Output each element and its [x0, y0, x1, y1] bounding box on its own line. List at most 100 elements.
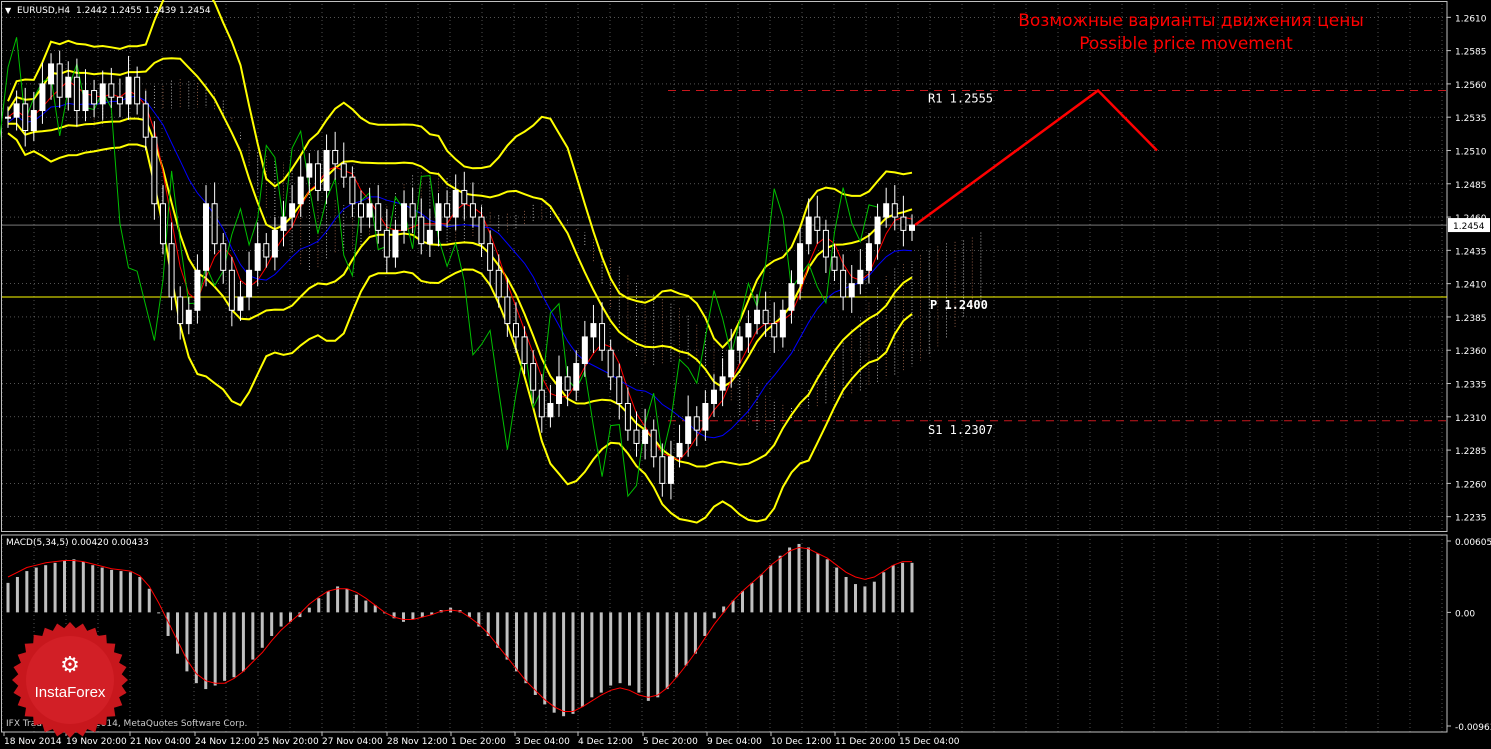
r1-level-label: R1 1.2555 — [928, 92, 993, 106]
dropdown-icon: ▼ — [5, 6, 12, 15]
forecast-path — [914, 88, 1158, 227]
macd-histogram-bar — [778, 555, 782, 613]
candle-bull — [788, 283, 795, 311]
macd-histogram-bar — [872, 581, 876, 613]
candle-bull — [271, 229, 278, 258]
candle-bear — [469, 203, 476, 218]
candle-bear — [91, 90, 98, 105]
candle-bull — [30, 110, 37, 132]
macd-histogram-bar — [580, 612, 584, 707]
macd-histogram-bar — [750, 582, 754, 613]
candle-bear — [142, 103, 149, 138]
x-tick-label: 1 Dec 20:00 — [451, 737, 506, 747]
macd-histogram-bar — [910, 562, 914, 613]
macd-histogram-bar — [816, 553, 820, 613]
candle-bull — [297, 176, 304, 205]
macd-histogram-bar — [759, 574, 763, 613]
x-tick-label: 5 Dec 20:00 — [643, 737, 698, 747]
macd-histogram-bar — [241, 612, 245, 672]
macd-histogram-bar — [326, 591, 330, 613]
candle-bear — [530, 363, 537, 391]
macd-histogram-bar — [157, 612, 161, 614]
candle-bear — [220, 243, 227, 271]
macd-histogram-bar — [91, 565, 95, 613]
candle-bear — [633, 429, 640, 444]
candle-bear — [504, 296, 511, 325]
macd-y-tick-label: 0.00 — [1455, 609, 1475, 619]
macd-histogram-bar — [138, 576, 142, 613]
macd-histogram-bar — [44, 565, 48, 613]
macd-histogram-bar — [213, 612, 217, 686]
macd-histogram-bar — [119, 571, 123, 613]
x-tick-label: 3 Dec 04:00 — [515, 737, 570, 747]
candle-bull — [797, 243, 804, 285]
x-tick-label: 15 Dec 04:00 — [899, 737, 960, 747]
candle-bear — [814, 216, 821, 231]
macd-histogram-bar — [806, 547, 810, 613]
x-tick-label: 11 Dec 20:00 — [835, 737, 896, 747]
macd-histogram-bar — [25, 571, 29, 613]
candle-bear — [56, 63, 63, 98]
candle-bull — [254, 243, 261, 271]
candle-bull — [82, 90, 89, 112]
macd-signal-line — [7, 546, 912, 712]
macd-histogram-bar — [628, 612, 631, 686]
macd-histogram-bar — [684, 612, 688, 666]
candle-bull — [728, 349, 735, 378]
candle-bull — [426, 229, 433, 245]
macd-histogram-bar — [552, 612, 556, 713]
macd-histogram-bar — [345, 588, 349, 613]
candle-bear — [22, 103, 29, 132]
macd-histogram-bar — [675, 612, 679, 678]
candle-bull — [874, 216, 881, 245]
macd-histogram-bar — [176, 612, 179, 654]
candle-bull — [401, 203, 408, 231]
candle-bull — [203, 203, 210, 271]
candle-bull — [667, 456, 674, 484]
x-tick-label: 19 Nov 20:00 — [66, 737, 127, 747]
macd-histogram-bar — [6, 582, 10, 613]
macd-y-tick-label: -0.00963 — [1455, 723, 1491, 733]
candle-bear — [512, 323, 519, 338]
logo-text: InstaForex — [35, 684, 106, 701]
y-tick-label: 1.2410 — [1455, 281, 1487, 291]
current-price-label: 1.2454 — [1453, 222, 1485, 232]
ohlc-values: 1.2442 1.2455 1.2439 1.2454 — [76, 6, 211, 16]
candle-bear — [151, 136, 158, 205]
candle-bull — [194, 269, 201, 311]
macd-histogram-bar — [854, 584, 857, 613]
x-tick-label: 27 Nov 04:00 — [322, 737, 383, 747]
candle-bear — [659, 456, 666, 484]
candle-bull — [848, 283, 855, 298]
macd-label: MACD(5,34,5) 0.00420 0.00433 — [6, 538, 149, 548]
candle-bear — [134, 76, 141, 105]
macd-histogram-bar — [863, 586, 867, 613]
macd-histogram-bar — [505, 612, 509, 660]
candle-bear — [607, 349, 614, 378]
candle-bull — [754, 309, 761, 325]
candle-bull — [125, 76, 132, 105]
macd-histogram-bar — [15, 576, 19, 613]
y-tick-label: 1.2335 — [1455, 381, 1487, 391]
macd-histogram-bar — [665, 612, 669, 690]
y-tick-label: 1.2235 — [1455, 514, 1487, 524]
macd-histogram-bar — [279, 612, 283, 627]
candle-bear — [564, 376, 571, 391]
macd-histogram-bar — [110, 569, 114, 613]
candle-bull — [547, 402, 554, 418]
logo-emblem-icon: ⚙ — [60, 653, 80, 678]
candle-bear — [159, 203, 166, 245]
annotation-line2: Possible price movement — [1079, 34, 1293, 54]
candle-bull — [366, 203, 373, 218]
candle-bull — [805, 216, 812, 245]
macd-histogram-bar — [646, 612, 650, 701]
candle-bear — [478, 216, 485, 245]
macd-histogram-bar — [411, 612, 415, 620]
y-tick-label: 1.2385 — [1455, 314, 1487, 324]
y-tick-label: 1.2260 — [1455, 480, 1487, 490]
candle-bear — [314, 163, 321, 191]
candle-bear — [891, 203, 898, 218]
macd-y-tick-label: 0.00605 — [1455, 538, 1491, 548]
candle-bull — [48, 63, 55, 85]
macd-histogram-bar — [147, 588, 151, 613]
